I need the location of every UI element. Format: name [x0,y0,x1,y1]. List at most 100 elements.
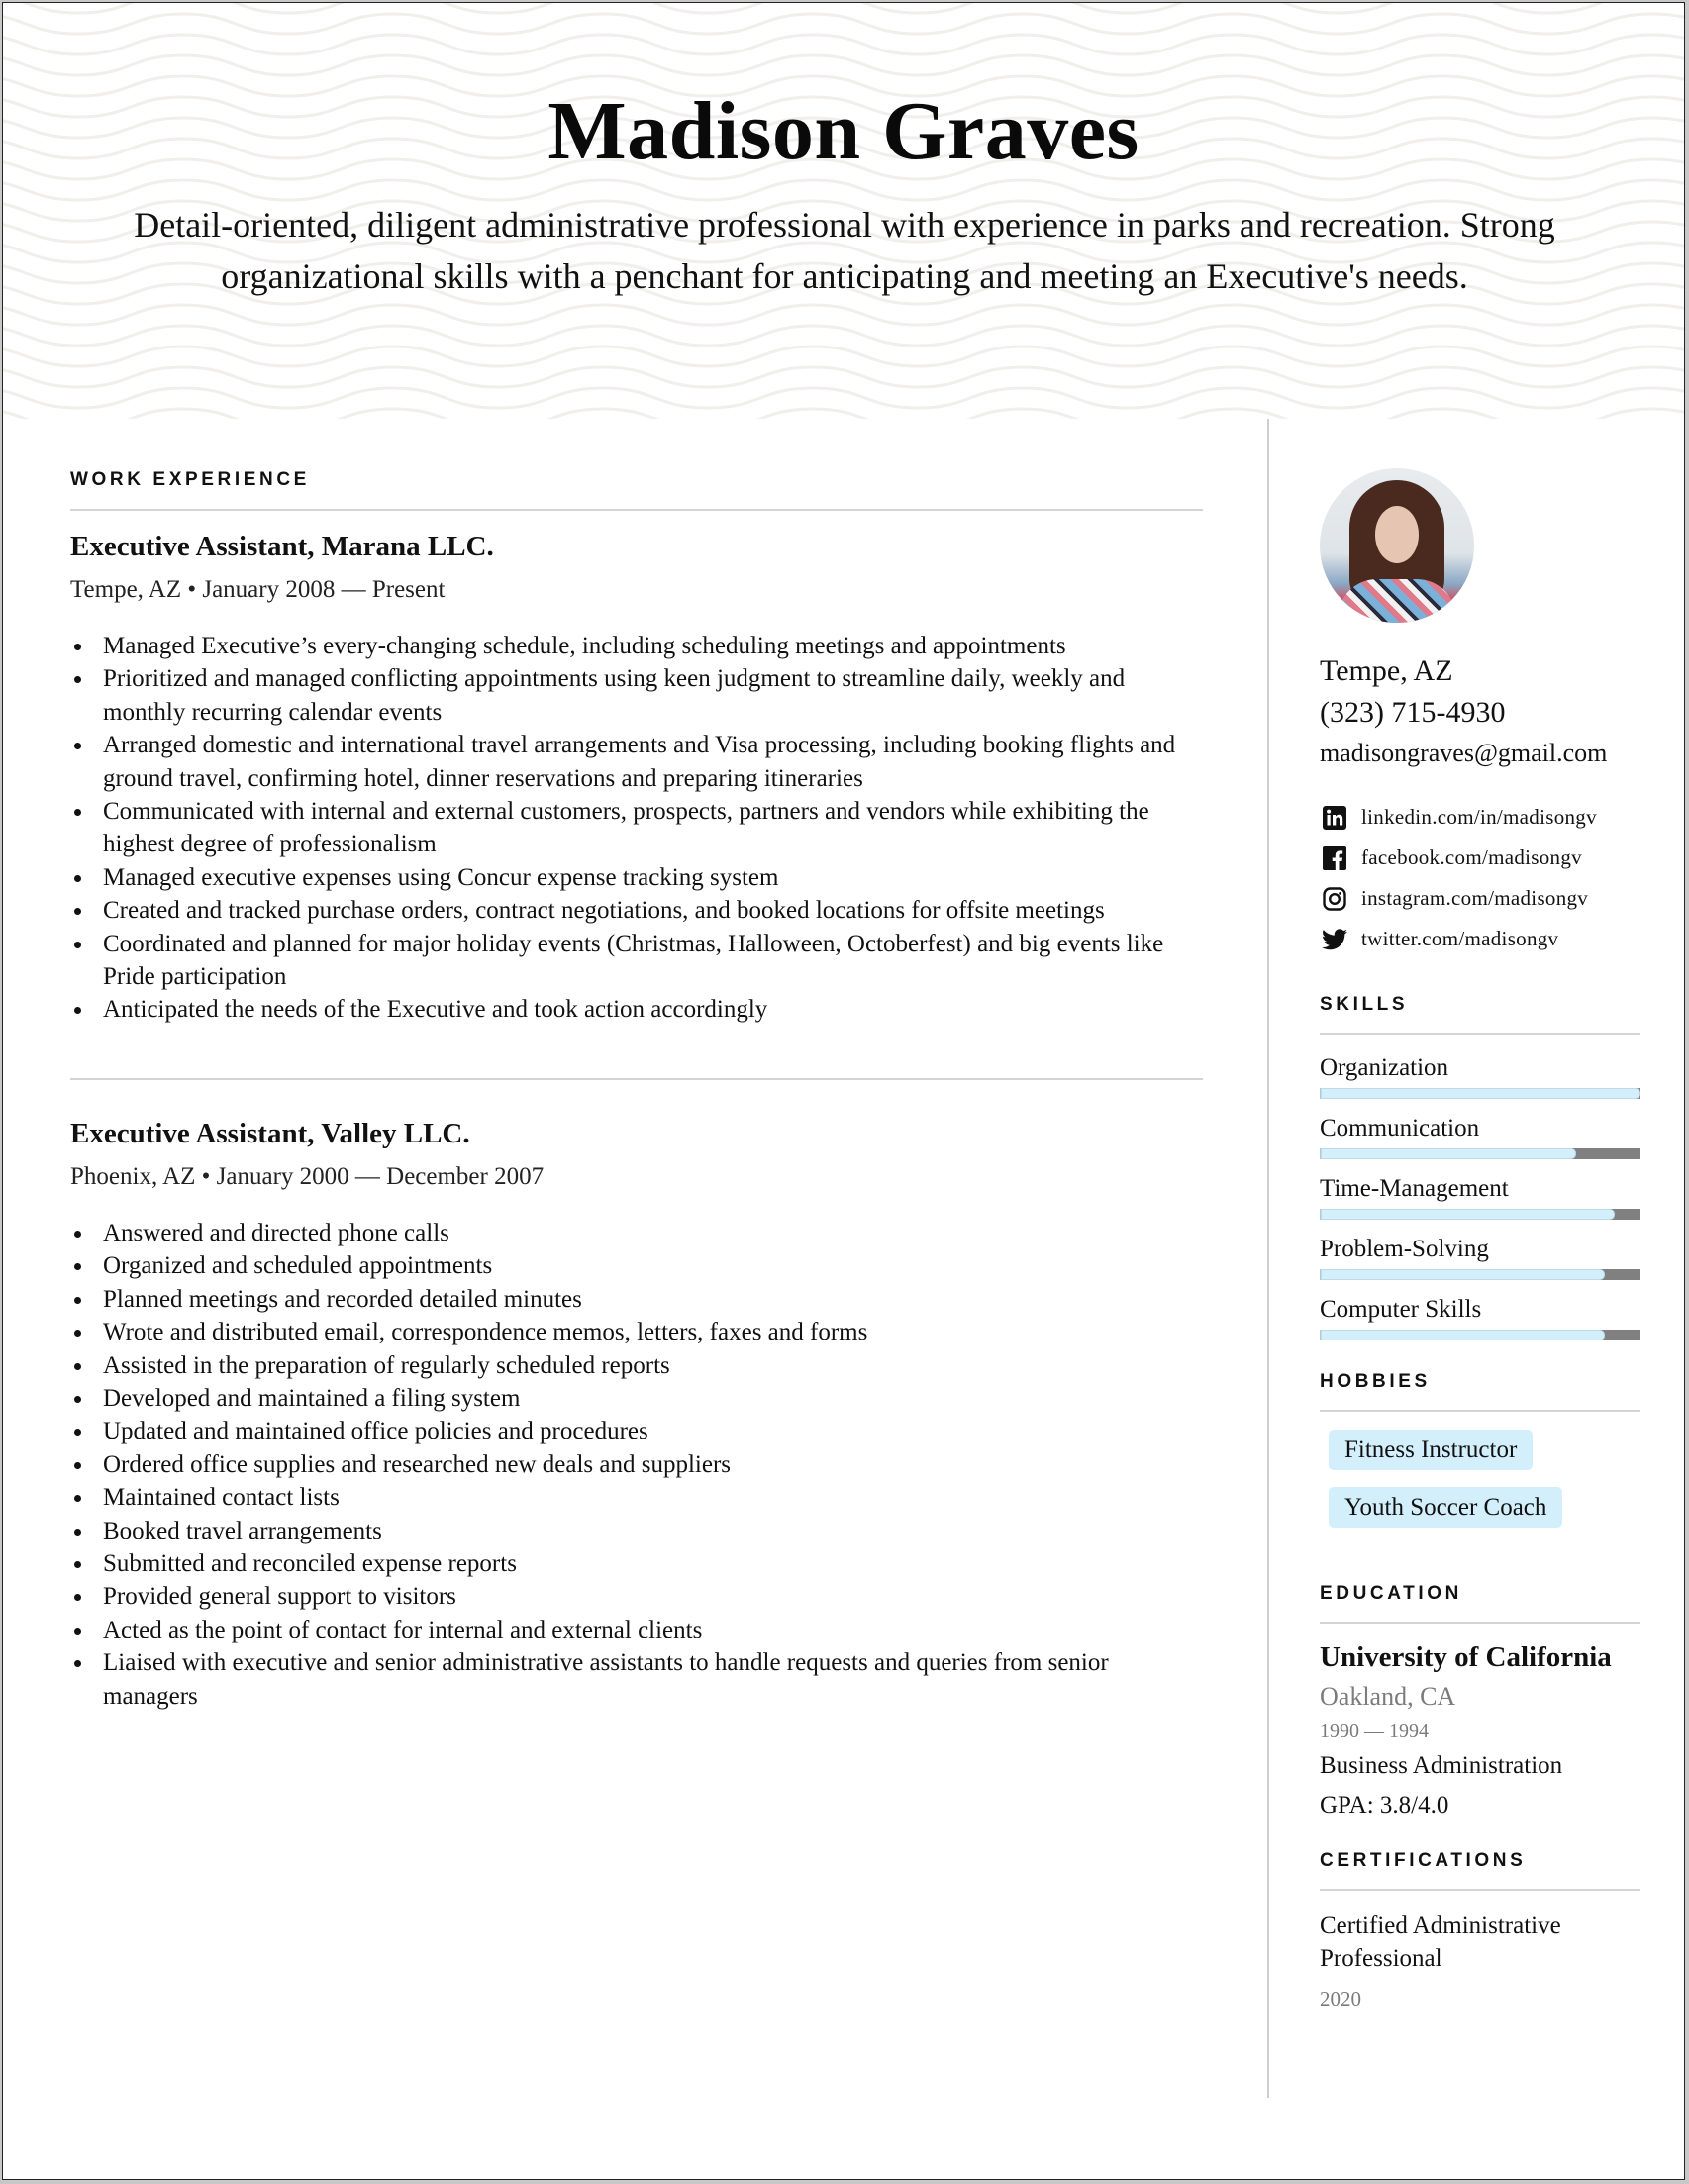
skill-level-bar [1320,1209,1640,1220]
wave-line [3,345,1684,368]
bullet-item: Arranged domestic and international trav… [70,729,1203,795]
bullet-item: Managed Executive’s every-changing sched… [70,630,1203,662]
education-section: EDUCATION University of California Oakla… [1320,1582,1640,1826]
skill-level-bar [1320,1088,1640,1099]
job-bullets: Managed Executive’s every-changing sched… [70,630,1203,1027]
hobbies-section: HOBBIES Fitness Instructor Youth Soccer C… [1320,1370,1640,1544]
work-experience-heading: WORK EXPERIENCE [70,469,310,490]
hobbies-list: Fitness Instructor Youth Soccer Coach [1320,1430,1640,1544]
skill-name: Time-Management [1320,1175,1509,1202]
twitter-icon [1322,927,1347,952]
certifications-section: CERTIFICATIONS Certified Administrative … [1320,1849,1640,2016]
contact-phone[interactable]: (323) 715-4930 [1320,692,1640,734]
section-rule [1320,1622,1640,1624]
skill-name: Organization [1320,1054,1449,1081]
skill-item: Problem-Solving [1320,1232,1640,1280]
contact-email[interactable]: madisongraves@gmail.com [1320,734,1640,773]
wave-line [3,53,1684,77]
job-separator [70,1077,1203,1080]
social-link-text: linkedin.com/in/madisongv [1361,805,1597,829]
profile-photo [1320,468,1474,623]
skills-list: Organization Communication Time-Management… [1320,1050,1640,1340]
education-degree: Business Administration [1320,1752,1563,1779]
column-divider [1267,419,1269,2098]
facebook-icon [1322,845,1347,871]
bullet-item: Organized and scheduled appointments [70,1249,1203,1282]
social-link-text: facebook.com/madisongv [1361,845,1582,869]
wave-line [3,324,1684,347]
skill-item: Organization [1320,1050,1640,1099]
skill-item: Time-Management [1320,1171,1640,1220]
bullet-item: Submitted and reconciled expense reports [70,1547,1203,1580]
bullet-item: Answered and directed phone calls [70,1217,1203,1249]
bullet-item: Managed executive expenses using Concur … [70,861,1203,894]
bullet-item: Updated and maintained office policies a… [70,1415,1203,1447]
candidate-name: Madison Graves [547,85,1140,177]
education-location: Oakland, CA [1320,1682,1456,1711]
wave-line [3,365,1684,389]
hobby-tag: Youth Soccer Coach [1329,1487,1563,1528]
social-link-instagram[interactable]: instagram.com/madisongv [1320,878,1640,919]
social-link-twitter[interactable]: twitter.com/madisongv [1320,919,1640,959]
social-link-facebook[interactable]: facebook.com/madisongv [1320,838,1640,878]
job-entry: Executive Assistant, Valley LLC. Phoenix… [70,1116,1203,1713]
section-rule [1320,1410,1640,1412]
bullet-item: Booked travel arrangements [70,1515,1203,1547]
job-title: Executive Assistant, Valley LLC. [70,1117,470,1149]
instagram-icon [1322,886,1347,912]
bullet-item: Communicated with internal and external … [70,795,1203,861]
hobbies-heading: HOBBIES [1320,1371,1431,1392]
certification-name: Certified Administrative Professional [1320,1912,1561,1972]
bullet-item: Coordinated and planned for major holida… [70,928,1203,994]
job-meta: Tempe, AZ • January 2008 — Present [70,576,446,603]
bullet-item: Maintained contact lists [70,1481,1203,1514]
bullet-item: Prioritized and managed conflicting appo… [70,662,1203,729]
sidebar: Tempe, AZ (323) 715-4930 madisongraves@g… [1320,468,1640,2016]
education-heading: EDUCATION [1320,1583,1462,1604]
bullet-item: Ordered office supplies and researched n… [70,1448,1203,1481]
skill-name: Computer Skills [1320,1296,1482,1323]
bullet-item: Acted as the point of contact for intern… [70,1614,1203,1646]
bullet-item: Wrote and distributed email, corresponde… [70,1316,1203,1348]
skills-heading: SKILLS [1320,994,1409,1015]
skill-level-fill [1321,1269,1606,1280]
bullet-item: Liaised with executive and senior admini… [70,1646,1203,1713]
bullet-item: Assisted in the preparation of regularly… [70,1349,1203,1382]
section-rule [1320,1889,1640,1891]
bullet-item: Created and tracked purchase orders, con… [70,894,1203,927]
social-link-linkedin[interactable]: linkedin.com/in/madisongv [1320,797,1640,838]
resume-page: Madison Graves Detail-oriented, diligent… [2,2,1685,2180]
social-link-text: instagram.com/madisongv [1361,886,1589,910]
education-school: University of California [1320,1641,1612,1673]
main-column: WORK EXPERIENCE Executive Assistant, Mar… [70,468,1203,1713]
bullet-item: Planned meetings and recorded detailed m… [70,1283,1203,1316]
job-meta: Phoenix, AZ • January 2000 — December 20… [70,1162,545,1190]
wave-line [3,386,1684,410]
skill-level-fill [1321,1209,1616,1220]
hobby-tag: Fitness Instructor [1329,1430,1534,1470]
skill-level-bar [1320,1148,1640,1159]
skill-level-fill [1321,1148,1577,1159]
education-gpa: GPA: 3.8/4.0 [1320,1792,1449,1819]
skill-level-bar [1320,1330,1640,1340]
skill-item: Computer Skills [1320,1292,1640,1340]
wave-line [21,3,1605,15]
social-link-text: twitter.com/madisongv [1361,927,1559,950]
skill-item: Communication [1320,1111,1640,1159]
job-title: Executive Assistant, Marana LLC. [70,531,494,562]
job-entry: Executive Assistant, Marana LLC. Tempe, … [70,529,1203,1027]
skill-name: Communication [1320,1115,1480,1142]
bullet-item: Developed and maintained a filing system [70,1382,1203,1415]
bullet-item: Anticipated the needs of the Executive a… [70,993,1203,1026]
wave-line [3,407,1684,419]
skill-name: Problem-Solving [1320,1236,1489,1262]
social-links: linkedin.com/in/madisongv facebook.com/m… [1320,797,1640,959]
skill-level-fill [1321,1088,1640,1099]
certifications-heading: CERTIFICATIONS [1320,1850,1527,1871]
bullet-item: Provided general support to visitors [70,1580,1203,1613]
skill-level-bar [1320,1269,1640,1280]
wave-line [3,33,1684,56]
wave-line [3,303,1684,327]
wave-line [3,12,1684,36]
linkedin-icon [1322,805,1347,831]
